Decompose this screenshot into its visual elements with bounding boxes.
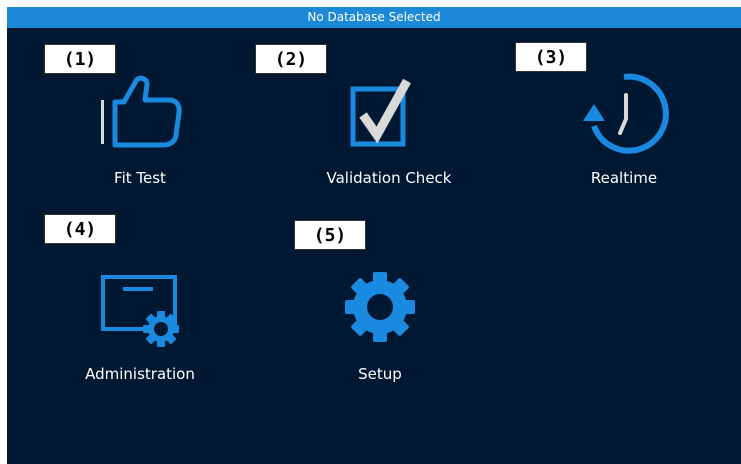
validation-check-button[interactable]: Validation Check [307, 75, 471, 200]
thumbs-up-icon [65, 75, 215, 155]
administration-label: Administration [85, 365, 195, 383]
callout-4: (4) [44, 214, 116, 244]
callout-2: (2) [255, 44, 327, 74]
status-bar: No Database Selected [7, 7, 741, 28]
fit-test-button[interactable]: Fit Test [65, 75, 215, 200]
validation-check-label: Validation Check [326, 169, 452, 187]
checkbox-icon [307, 75, 471, 155]
administration-button[interactable]: Administration [65, 269, 215, 387]
status-text: No Database Selected [307, 10, 441, 24]
clock-refresh-icon [549, 73, 699, 155]
gear-icon [305, 269, 455, 349]
callout-3: (3) [515, 42, 587, 72]
callout-1: (1) [44, 44, 116, 74]
callout-5: (5) [294, 220, 366, 250]
fit-test-label: Fit Test [114, 169, 166, 187]
certificate-gear-icon [65, 269, 215, 349]
setup-label: Setup [358, 365, 402, 383]
realtime-label: Realtime [590, 169, 658, 187]
realtime-button[interactable]: Realtime [549, 73, 699, 200]
setup-button[interactable]: Setup [305, 269, 455, 387]
main-screen: No Database Selected Fit Test Validation… [7, 7, 741, 464]
